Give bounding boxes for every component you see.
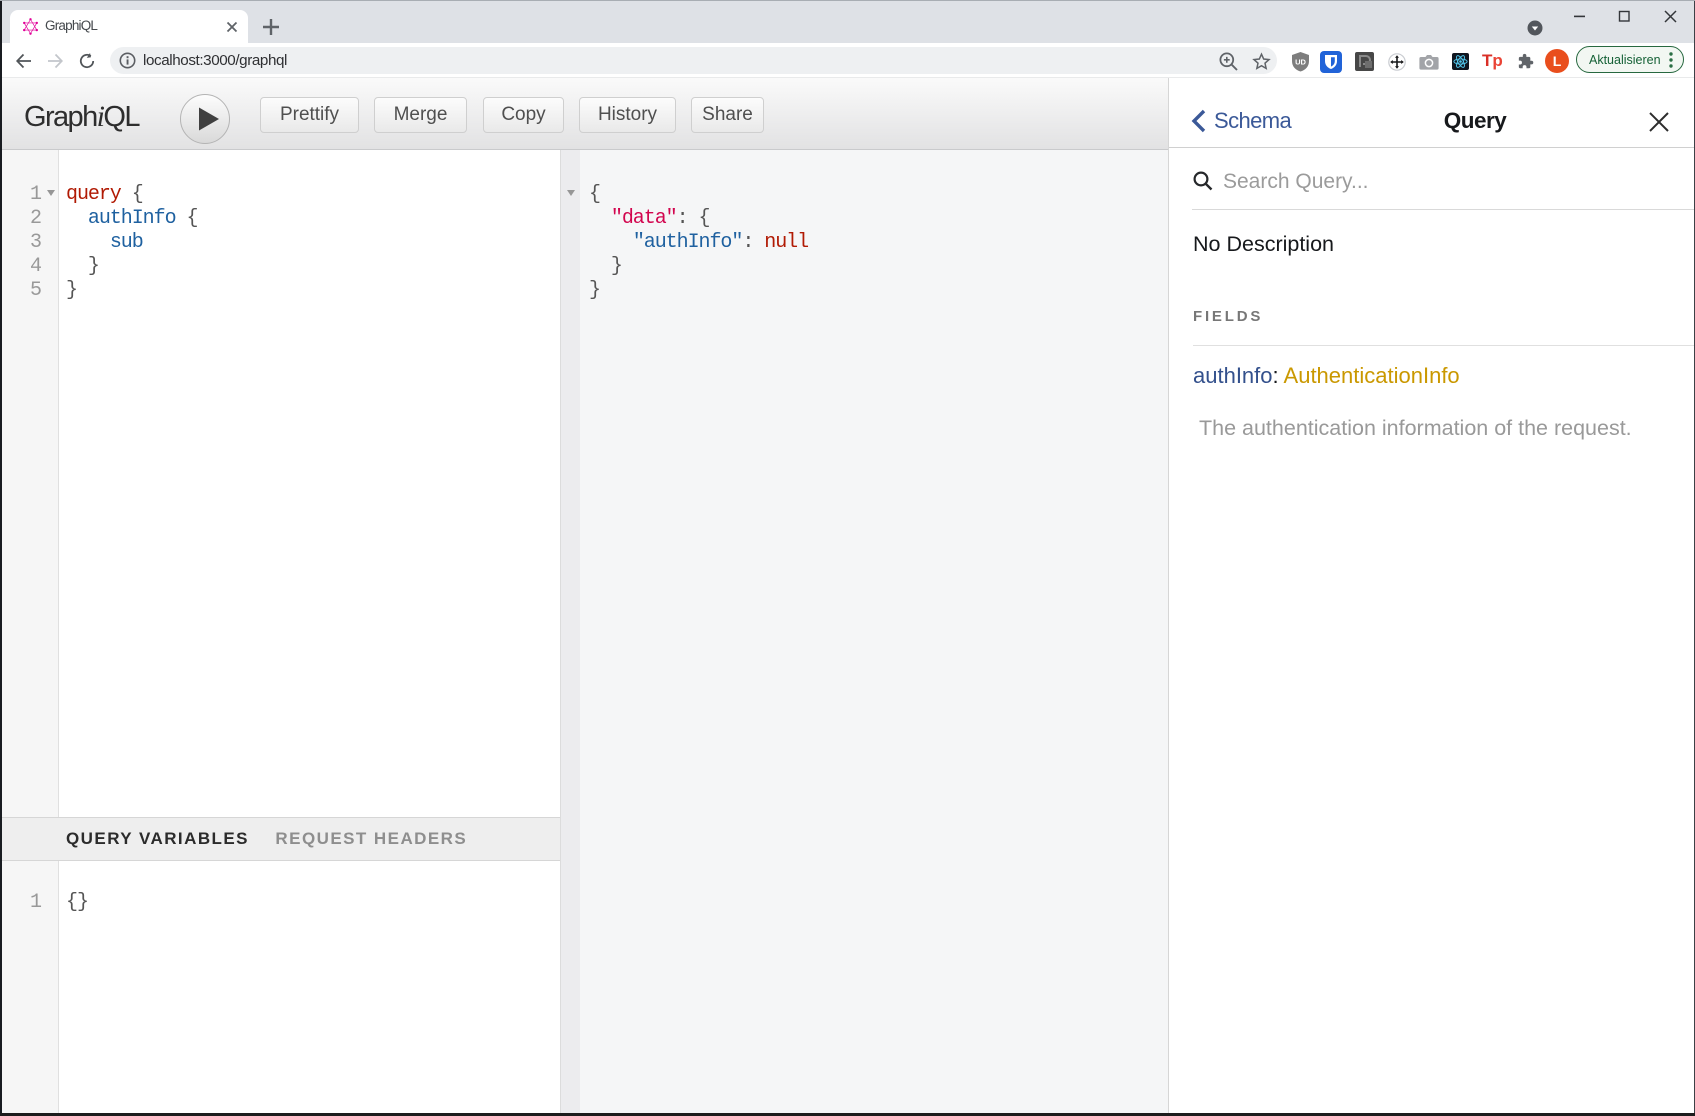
svg-text:UD: UD (1295, 58, 1306, 67)
